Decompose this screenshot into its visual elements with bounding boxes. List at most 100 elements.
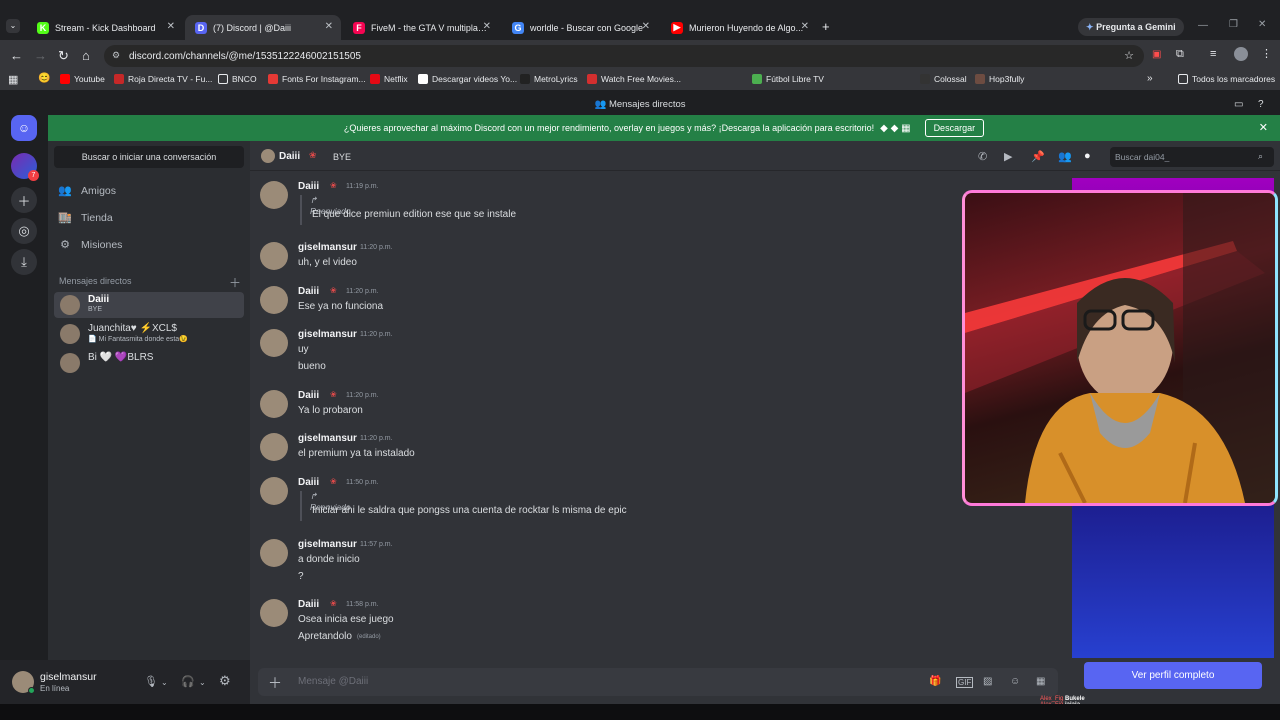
dm-item[interactable]: Juanchita♥ ⚡XCL$ 📄 Mi Fantasmita donde e… xyxy=(54,321,244,347)
dm-search-input[interactable]: Buscar dai04_ xyxy=(1110,147,1274,167)
discord-window-title: Mensajes directos xyxy=(608,99,686,110)
message-author[interactable]: Daiii xyxy=(298,599,319,610)
add-friends-dm-icon[interactable]: 👥 xyxy=(1058,150,1072,163)
message-author[interactable]: giselmansur xyxy=(298,433,357,444)
minimize-button[interactable]: — xyxy=(1198,20,1208,31)
bookmark-item[interactable]: Fútbol Libre TV xyxy=(752,74,824,84)
close-tab-icon[interactable]: ✕ xyxy=(325,21,333,32)
all-bookmarks-folder[interactable]: Todos los marcadores xyxy=(1178,74,1275,84)
bookmark-item[interactable]: MetroLyrics xyxy=(520,74,578,84)
message-avatar[interactable] xyxy=(260,539,288,567)
maximize-button[interactable]: ❐ xyxy=(1229,19,1238,30)
help-icon[interactable]: ? xyxy=(1258,94,1264,115)
video-call-icon[interactable]: ▶ xyxy=(1004,150,1012,163)
bookmark-item[interactable]: Hop3fully xyxy=(975,74,1024,84)
nav-item-tienda[interactable]: 🏬 Tienda xyxy=(58,211,113,225)
message-avatar[interactable] xyxy=(260,390,288,418)
media-icon[interactable]: ≡ xyxy=(1210,48,1216,60)
apps-launcher-icon[interactable]: ▦ xyxy=(1036,676,1045,687)
extension-red-icon[interactable]: ▣ xyxy=(1152,49,1161,60)
nav-item-misiones[interactable]: ⚙ Misiones xyxy=(58,238,122,252)
close-tab-icon[interactable]: ✕ xyxy=(801,21,809,32)
gemini-button[interactable]: ✦ Pregunta a Gemini xyxy=(1078,18,1184,36)
message-author[interactable]: Daiii xyxy=(298,477,319,488)
create-dm-icon[interactable]: ＋ xyxy=(229,274,241,291)
browser-tab[interactable]: F FiveM - the GTA V multiplayer ✕ xyxy=(343,15,499,40)
message-avatar[interactable] xyxy=(260,329,288,357)
bookmark-item[interactable]: Youtube xyxy=(60,74,105,84)
site-info-icon[interactable]: ⚙ xyxy=(112,50,120,61)
new-tab-button[interactable]: + xyxy=(822,19,830,34)
webcam-overlay xyxy=(962,190,1278,506)
message-avatar[interactable] xyxy=(260,181,288,209)
message-avatar[interactable] xyxy=(260,599,288,627)
emoji-bookmark-icon[interactable]: 😊 xyxy=(38,73,50,84)
home-icon[interactable]: ⌂ xyxy=(82,48,90,63)
bookmark-item[interactable]: BNCO xyxy=(218,74,257,84)
message-author[interactable]: giselmansur xyxy=(298,242,357,253)
profile-avatar[interactable] xyxy=(1234,47,1248,61)
address-bar[interactable]: ⚙ discord.com/channels/@me/1535122246002… xyxy=(104,45,1144,67)
apps-icon[interactable]: ▦ xyxy=(8,73,18,86)
headphones-icon[interactable]: 🎧 xyxy=(181,675,195,688)
gift-icon[interactable]: 🎁 xyxy=(929,676,941,687)
view-full-profile-button[interactable]: Ver perfil completo xyxy=(1084,662,1262,689)
user-profile-icon[interactable]: ● xyxy=(1084,150,1091,162)
close-window-button[interactable]: ✕ xyxy=(1258,19,1266,30)
close-tab-icon[interactable]: ✕ xyxy=(642,21,650,32)
bookmark-item[interactable]: Netflix xyxy=(370,74,408,84)
message-avatar[interactable] xyxy=(260,477,288,505)
gif-icon[interactable]: GIF xyxy=(956,677,974,688)
message-avatar[interactable] xyxy=(260,242,288,270)
headphones-chevron-icon[interactable]: ⌄ xyxy=(199,678,206,687)
mic-settings-chevron-icon[interactable]: ⌄ xyxy=(161,678,168,687)
explore-icon[interactable]: ◎ xyxy=(11,218,37,244)
bookmark-star-icon[interactable]: ☆ xyxy=(1124,49,1134,62)
microphone-icon[interactable]: 🎙 xyxy=(144,675,158,688)
menu-icon[interactable]: ⋮ xyxy=(1261,47,1272,60)
browser-tab[interactable]: Gworldle - Buscar con Google ✕ xyxy=(502,15,658,40)
forward-icon[interactable]: → xyxy=(34,48,47,63)
message-author[interactable]: Daiii xyxy=(298,181,319,192)
user-settings-gear-icon[interactable]: ⚙ xyxy=(219,673,231,689)
close-tab-icon[interactable]: ✕ xyxy=(167,21,175,32)
message-author[interactable]: giselmansur xyxy=(298,329,357,340)
download-apps-icon[interactable]: ⤓ xyxy=(11,249,37,275)
attach-plus-icon[interactable]: ＋ xyxy=(268,673,282,693)
close-tab-icon[interactable]: ✕ xyxy=(483,21,491,32)
bookmark-item[interactable]: Colossal xyxy=(920,74,967,84)
recipient-avatar[interactable] xyxy=(261,149,275,163)
extensions-icon[interactable]: ⧉ xyxy=(1176,48,1184,61)
recipient-name[interactable]: Daiii xyxy=(279,151,300,162)
add-server-icon[interactable]: ＋ xyxy=(11,187,37,213)
message-avatar[interactable] xyxy=(260,433,288,461)
message-author[interactable]: Daiii xyxy=(298,390,319,401)
message-author[interactable]: giselmansur xyxy=(298,539,357,550)
dm-item[interactable]: Daiii BYE xyxy=(54,292,244,318)
bookmark-item[interactable]: Watch Free Movies... xyxy=(587,74,681,84)
bookmark-item[interactable]: Roja Directa TV - Fu... xyxy=(114,74,212,84)
emoji-icon[interactable]: ☺ xyxy=(1010,676,1020,687)
pinned-messages-icon[interactable]: 📌 xyxy=(1031,150,1045,163)
back-icon[interactable]: ← xyxy=(10,48,23,63)
download-button[interactable]: Descargar xyxy=(924,119,985,137)
bookmark-favicon-icon xyxy=(218,74,228,84)
dm-item[interactable]: Bi 🤍 💜BLRS xyxy=(54,350,244,376)
browser-tab[interactable]: ▶ Murieron Huyendo de Algo... ✕ xyxy=(661,15,817,40)
message-avatar[interactable] xyxy=(260,286,288,314)
browser-tab[interactable]: K Stream - Kick Dashboard ✕ xyxy=(27,15,183,40)
search-conversation-button[interactable]: Buscar o iniciar una conversación xyxy=(54,146,244,168)
more-bookmarks-icon[interactable]: » xyxy=(1147,73,1153,84)
bookmark-item[interactable]: Descargar videos Yo... xyxy=(418,74,517,84)
reload-icon[interactable]: ↻ xyxy=(58,48,69,64)
browser-tab[interactable]: D (7) Discord | @Daiii ✕ xyxy=(185,15,341,40)
sticker-icon[interactable]: ▨ xyxy=(983,676,992,687)
inbox-icon[interactable]: ▭ xyxy=(1234,94,1243,115)
discord-home-icon[interactable]: ☺ xyxy=(11,115,37,141)
banner-close-icon[interactable]: ✕ xyxy=(1259,121,1268,134)
tab-search-button[interactable]: ⌄ xyxy=(6,19,20,33)
message-author[interactable]: Daiii xyxy=(298,286,319,297)
voice-call-icon[interactable]: ✆ xyxy=(978,150,987,163)
bookmark-item[interactable]: Fonts For Instagram... xyxy=(268,74,366,84)
nav-item-amigos[interactable]: 👥 Amigos xyxy=(58,184,116,198)
